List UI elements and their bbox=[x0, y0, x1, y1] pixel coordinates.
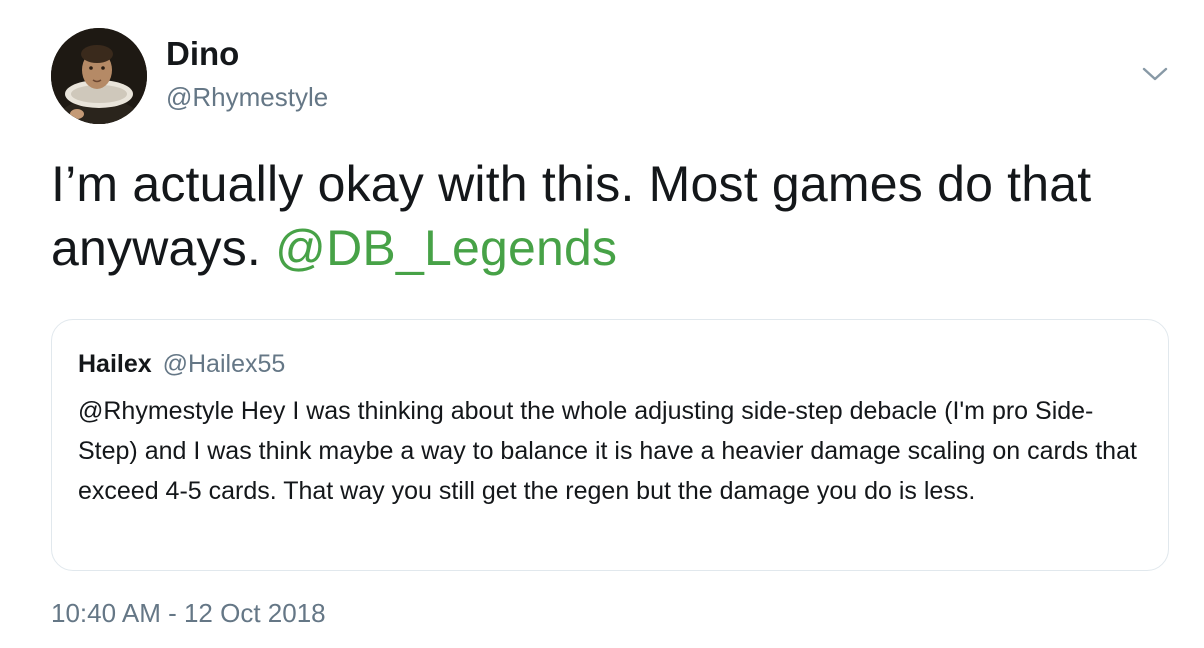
chevron-down-icon[interactable] bbox=[1140, 62, 1170, 86]
avatar-portrait-image bbox=[51, 28, 147, 124]
quoted-tweet[interactable]: Hailex @Hailex55 @Rhymestyle Hey I was t… bbox=[51, 319, 1169, 571]
tweet-text: I’m actually okay with this. Most games … bbox=[51, 152, 1161, 280]
author-handle[interactable]: @Rhymestyle bbox=[166, 82, 328, 113]
author-display-name[interactable]: Dino bbox=[166, 35, 239, 73]
quoted-author-handle: @Hailex55 bbox=[162, 350, 286, 378]
quoted-author-name: Hailex bbox=[78, 350, 152, 378]
tweet-card: Dino @Rhymestyle I’m actually okay with … bbox=[0, 0, 1204, 648]
avatar[interactable] bbox=[51, 28, 147, 124]
mention-link[interactable]: @DB_Legends bbox=[275, 220, 617, 276]
tweet-timestamp[interactable]: 10:40 AM - 12 Oct 2018 bbox=[51, 598, 326, 629]
quoted-tweet-text: @Rhymestyle Hey I was thinking about the… bbox=[78, 397, 1137, 505]
quoted-tweet-header: Hailex @Hailex55 bbox=[78, 350, 285, 379]
